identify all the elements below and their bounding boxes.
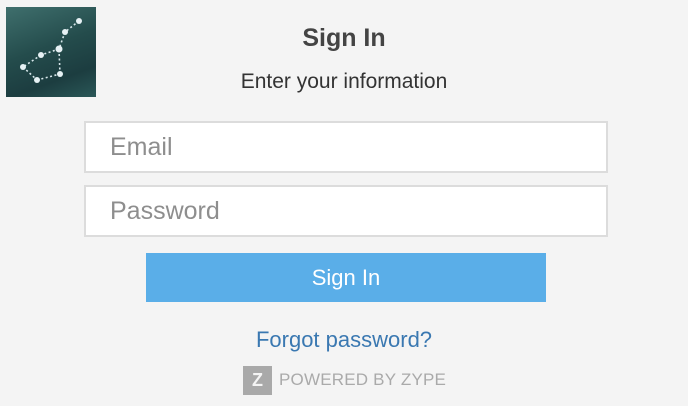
page-title: Sign In [302, 24, 386, 52]
forgot-password-link[interactable]: Forgot password? [0, 327, 688, 353]
zype-logo-icon: Z [243, 365, 272, 395]
email-field[interactable] [84, 121, 608, 173]
powered-by-badge: Z POWERED BY ZYPE [243, 365, 446, 395]
page-subtitle: Enter your information [240, 70, 448, 93]
powered-by-label: POWERED BY ZYPE [279, 370, 447, 389]
password-field[interactable] [84, 185, 608, 237]
sign-in-button[interactable]: Sign In [146, 253, 546, 302]
